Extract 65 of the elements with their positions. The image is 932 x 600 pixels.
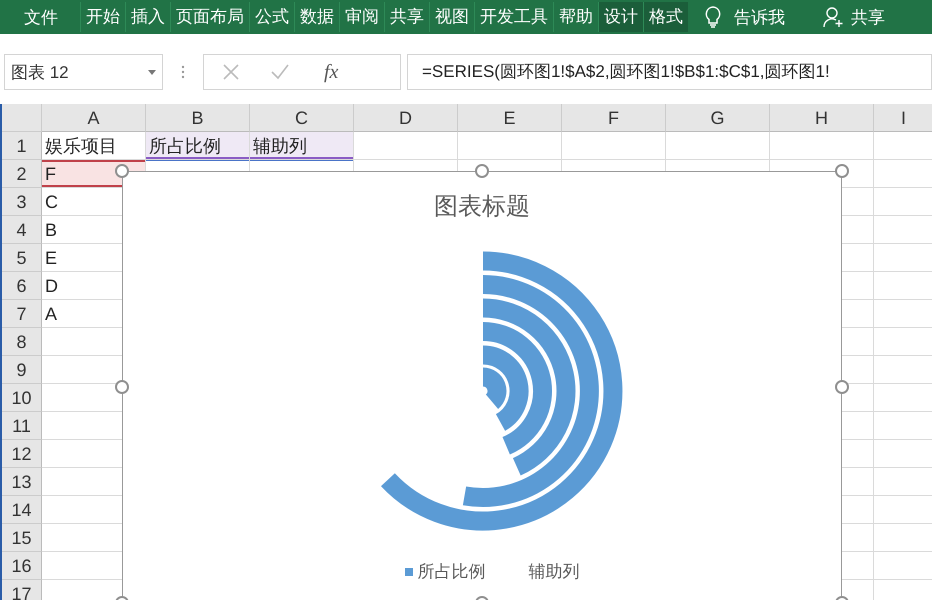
ribbon-tab[interactable]: 公式 (249, 2, 294, 32)
resize-handle[interactable] (835, 380, 849, 394)
file-tab[interactable]: 文件 (0, 6, 80, 28)
column-header[interactable]: B (146, 104, 250, 132)
table-cell-text: C (44, 191, 59, 214)
ribbon-tab[interactable]: 审阅 (339, 2, 384, 32)
row-header[interactable]: 8 (2, 328, 42, 356)
row-header[interactable]: 1 (2, 132, 42, 160)
person-add-icon (823, 6, 845, 28)
insert-function-button[interactable]: fx (324, 60, 338, 84)
ribbon-tab[interactable]: 格式 (643, 2, 688, 32)
row-header[interactable]: 7 (2, 300, 42, 328)
chart-title: 图表标题 (433, 192, 531, 222)
column-header[interactable]: F (562, 104, 666, 132)
row-header[interactable]: 15 (2, 524, 42, 552)
column-header[interactable]: D (354, 104, 458, 132)
resize-handle[interactable] (475, 164, 489, 178)
drag-handle-icon[interactable] (181, 65, 185, 79)
ribbon-tab[interactable]: 视图 (429, 2, 474, 32)
legend-label: 所占比例 (418, 561, 486, 583)
row-header[interactable]: 6 (2, 272, 42, 300)
row-header[interactable]: 4 (2, 216, 42, 244)
caret-icon (148, 70, 156, 74)
row-header[interactable]: 3 (2, 188, 42, 216)
table-cell-text: B (44, 219, 58, 242)
table-cell-text: D (44, 275, 59, 298)
resize-handle[interactable] (835, 164, 849, 178)
row-header[interactable]: 12 (2, 440, 42, 468)
ribbon-tab[interactable]: 页面布局 (170, 2, 249, 32)
ribbon-tab[interactable]: 插入 (125, 2, 170, 32)
ribbon-tab[interactable]: 共享 (384, 2, 429, 32)
name-box[interactable]: 图表 12 (4, 54, 163, 90)
row-header[interactable]: 5 (2, 244, 42, 272)
ribbon-tab[interactable]: 开始 (80, 2, 125, 32)
resize-handle[interactable] (115, 380, 129, 394)
table-cell: 所占比例 (146, 132, 249, 159)
column-header[interactable]: C (250, 104, 354, 132)
column-header[interactable]: A (42, 104, 146, 132)
lightbulb-icon (704, 5, 722, 29)
table-cell: 辅助列 (250, 132, 353, 159)
column-header[interactable]: E (458, 104, 562, 132)
share-button[interactable]: 共享 (851, 6, 885, 28)
cancel-icon[interactable] (222, 63, 240, 81)
tell-me-button[interactable]: 告诉我 (734, 6, 785, 28)
chart-area[interactable]: 图表标题 所占比例 辅助列 (122, 171, 842, 600)
column-header[interactable]: I (874, 104, 932, 132)
ribbon-tab[interactable]: 开发工具 (474, 2, 553, 32)
row-header[interactable]: 9 (2, 356, 42, 384)
ribbon-tab[interactable]: 设计 (598, 2, 643, 32)
row-header[interactable]: 13 (2, 468, 42, 496)
table-cell-text: A (44, 303, 58, 326)
column-header[interactable]: G (666, 104, 770, 132)
table-cell-text: E (44, 247, 58, 270)
row-header[interactable]: 2 (2, 160, 42, 188)
legend-label: 辅助列 (528, 561, 580, 583)
check-icon[interactable] (270, 63, 290, 81)
row-header[interactable]: 17 (2, 580, 42, 600)
row-header[interactable]: 10 (2, 384, 42, 412)
column-header[interactable]: H (770, 104, 874, 132)
table-cell-text: 娱乐项目 (44, 135, 118, 158)
ribbon-tab[interactable]: 数据 (294, 2, 339, 32)
formula-field[interactable]: =SERIES(圆环图1!$A$2,圆环图1!$B$1:$C$1,圆环图1! (407, 54, 932, 90)
row-header[interactable]: 14 (2, 496, 42, 524)
row-header[interactable]: 16 (2, 552, 42, 580)
row-header[interactable]: 11 (2, 412, 42, 440)
